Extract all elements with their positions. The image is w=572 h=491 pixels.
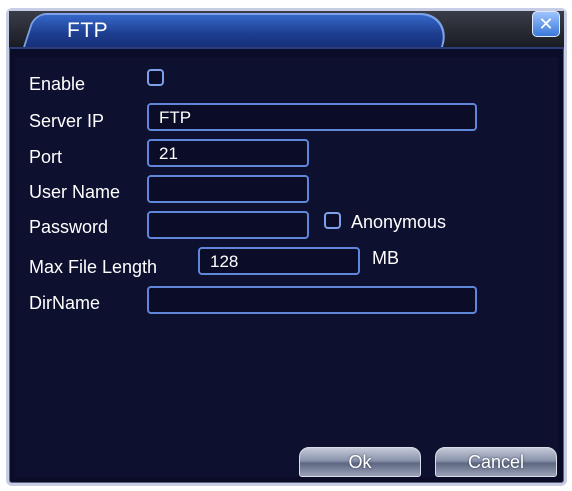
- enable-checkbox[interactable]: [147, 69, 164, 86]
- dialog-body: Enable Server IP FTP Port 21 User Name P…: [15, 57, 558, 477]
- ok-button[interactable]: Ok: [299, 447, 421, 477]
- dialog-title: FTP: [67, 19, 109, 42]
- close-icon: ✕: [538, 13, 554, 34]
- port-field[interactable]: 21: [147, 139, 309, 167]
- max-file-length-field[interactable]: 128: [198, 247, 360, 275]
- user-name-label: User Name: [29, 182, 121, 202]
- anonymous-label: Anonymous: [351, 212, 447, 232]
- cancel-button[interactable]: Cancel: [435, 447, 557, 477]
- password-field[interactable]: [147, 211, 309, 239]
- anonymous-checkbox[interactable]: [324, 212, 341, 229]
- close-button[interactable]: ✕: [532, 11, 560, 37]
- max-file-length-label: Max File Length: [29, 257, 158, 277]
- port-label: Port: [29, 147, 63, 167]
- title-bar: FTP ✕: [9, 11, 564, 49]
- user-name-field[interactable]: [147, 175, 309, 203]
- ftp-dialog: FTP ✕ Enable Server IP FTP Port 21 User …: [6, 8, 567, 486]
- enable-label: Enable: [29, 74, 86, 94]
- dirname-field[interactable]: [147, 286, 477, 314]
- max-file-length-unit: MB: [372, 248, 399, 268]
- server-ip-field[interactable]: FTP: [147, 103, 477, 131]
- dirname-label: DirName: [29, 293, 101, 313]
- server-ip-label: Server IP: [29, 111, 105, 131]
- password-label: Password: [29, 217, 109, 237]
